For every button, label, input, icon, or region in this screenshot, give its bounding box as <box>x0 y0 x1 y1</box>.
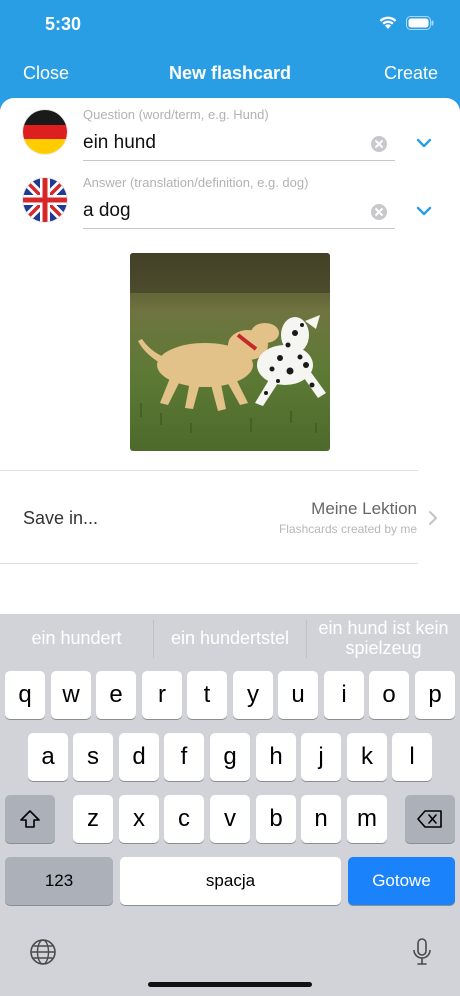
key-u[interactable]: u <box>278 671 318 719</box>
shift-key[interactable] <box>5 795 55 843</box>
key-o[interactable]: o <box>369 671 409 719</box>
key-m[interactable]: m <box>347 795 387 843</box>
keyboard: ein hundert ein hundertstel ein hund ist… <box>0 614 460 996</box>
key-r[interactable]: r <box>142 671 182 719</box>
flashcard-image[interactable] <box>130 253 330 451</box>
key-g[interactable]: g <box>210 733 250 781</box>
key-b[interactable]: b <box>256 795 296 843</box>
key-d[interactable]: d <box>119 733 159 781</box>
suggestion-3[interactable]: ein hund ist kein spielzeug <box>307 614 460 662</box>
key-t[interactable]: t <box>187 671 227 719</box>
answer-chevron-down-icon[interactable] <box>416 205 432 217</box>
german-flag-icon[interactable] <box>23 110 67 154</box>
key-i[interactable]: i <box>324 671 364 719</box>
numbers-key[interactable]: 123 <box>5 857 113 905</box>
suggestion-1[interactable]: ein hundert <box>0 614 153 662</box>
save-in-subtitle: Flashcards created by me <box>278 522 417 536</box>
key-f[interactable]: f <box>164 733 204 781</box>
key-j[interactable]: j <box>301 733 341 781</box>
globe-icon[interactable] <box>29 938 57 966</box>
question-input[interactable]: ein hund <box>83 132 156 154</box>
key-l[interactable]: l <box>392 733 432 781</box>
shift-icon <box>20 810 40 828</box>
answer-underline <box>83 228 395 229</box>
key-h[interactable]: h <box>256 733 296 781</box>
question-underline <box>83 160 395 161</box>
save-in-label: Save in... <box>23 508 99 528</box>
battery-icon <box>406 15 434 30</box>
backspace-icon <box>417 810 442 828</box>
save-in-value: Meine Lektion <box>311 499 417 518</box>
answer-input[interactable]: a dog <box>83 200 131 222</box>
divider <box>0 563 418 564</box>
question-chevron-down-icon[interactable] <box>416 137 432 149</box>
microphone-icon[interactable] <box>412 937 432 967</box>
key-p[interactable]: p <box>415 671 455 719</box>
question-clear-icon[interactable] <box>371 136 387 152</box>
key-e[interactable]: e <box>96 671 136 719</box>
status-time: 5:30 <box>45 14 82 34</box>
key-n[interactable]: n <box>301 795 341 843</box>
done-key[interactable]: Gotowe <box>348 857 455 905</box>
key-q[interactable]: q <box>5 671 45 719</box>
create-button[interactable]: Create <box>384 63 438 84</box>
status-icons <box>378 15 434 30</box>
key-z[interactable]: z <box>73 795 113 843</box>
chevron-right-icon <box>429 511 437 525</box>
answer-placeholder: Answer (translation/definition, e.g. dog… <box>83 175 309 190</box>
home-indicator <box>148 982 312 987</box>
uk-flag-icon[interactable] <box>23 178 67 222</box>
wifi-icon <box>379 16 397 29</box>
suggestion-2[interactable]: ein hundertstel <box>154 614 306 662</box>
key-w[interactable]: w <box>51 671 91 719</box>
key-c[interactable]: c <box>164 795 204 843</box>
key-x[interactable]: x <box>119 795 159 843</box>
key-v[interactable]: v <box>210 795 250 843</box>
key-s[interactable]: s <box>73 733 113 781</box>
space-key[interactable]: spacja <box>120 857 341 905</box>
answer-clear-icon[interactable] <box>371 204 387 220</box>
key-y[interactable]: y <box>233 671 273 719</box>
question-placeholder: Question (word/term, e.g. Hund) <box>83 107 269 122</box>
backspace-key[interactable] <box>405 795 455 843</box>
key-k[interactable]: k <box>347 733 387 781</box>
key-a[interactable]: a <box>28 733 68 781</box>
